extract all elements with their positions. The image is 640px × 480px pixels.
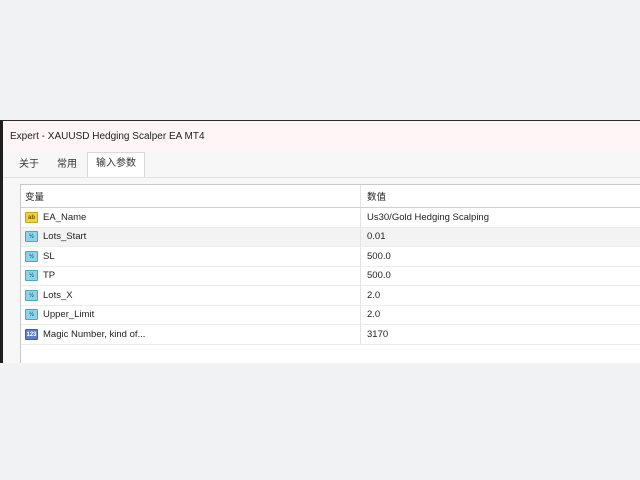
param-name: SL bbox=[43, 250, 55, 262]
table-row[interactable]: ½ Lots_Start 0.01 bbox=[21, 227, 640, 247]
dialog-titlebar[interactable]: Expert - XAUUSD Hedging Scalper EA MT4 bbox=[3, 121, 640, 151]
param-name: TP bbox=[43, 270, 56, 282]
param-name-cell: ½ Lots_Start bbox=[21, 227, 361, 246]
param-value-cell[interactable]: 2.0 bbox=[361, 290, 380, 301]
param-value-cell[interactable]: 3170 bbox=[361, 329, 388, 340]
inputs-table: 变量 数值 ab EA_Name Us30/Gold Hedging Scalp… bbox=[20, 184, 640, 363]
tab-inputs[interactable]: 输入参数 bbox=[87, 152, 145, 177]
table-header: 变量 数值 bbox=[21, 185, 640, 208]
double-param-icon: ½ bbox=[25, 270, 38, 282]
param-name: EA_Name bbox=[43, 211, 87, 223]
double-param-icon: ½ bbox=[25, 309, 38, 321]
tab-common[interactable]: 常用 bbox=[49, 155, 85, 177]
column-header-variable-label: 变量 bbox=[25, 192, 45, 203]
param-name-cell: ½ Upper_Limit bbox=[21, 305, 361, 324]
table-row[interactable]: ½ SL 500.0 bbox=[21, 247, 640, 267]
param-name-cell: ½ Lots_X bbox=[21, 286, 361, 305]
table-row[interactable]: ½ Lots_X 2.0 bbox=[21, 286, 640, 306]
param-name-cell: 123 Magic Number, kind of... bbox=[21, 325, 361, 344]
tab-content: 变量 数值 ab EA_Name Us30/Gold Hedging Scalp… bbox=[3, 178, 640, 363]
param-name-cell: ½ SL bbox=[21, 247, 361, 266]
expert-properties-dialog: Expert - XAUUSD Hedging Scalper EA MT4 关… bbox=[0, 120, 640, 363]
param-name: Lots_Start bbox=[43, 231, 87, 243]
table-row[interactable]: 123 Magic Number, kind of... 3170 bbox=[21, 325, 640, 345]
table-row[interactable]: ½ Upper_Limit 2.0 bbox=[21, 305, 640, 325]
string-param-icon: ab bbox=[25, 211, 38, 223]
double-param-icon: ½ bbox=[25, 289, 38, 301]
param-name-cell: ½ TP bbox=[21, 266, 361, 285]
table-row[interactable]: ½ TP 500.0 bbox=[21, 266, 640, 286]
table-row[interactable]: ab EA_Name Us30/Gold Hedging Scalping bbox=[21, 208, 640, 228]
column-header-value-label: 数值 bbox=[367, 192, 387, 203]
param-value-cell[interactable]: Us30/Gold Hedging Scalping bbox=[361, 212, 489, 223]
column-header-value[interactable]: 数值 bbox=[361, 189, 386, 203]
tab-bar: 关于 常用 输入参数 bbox=[3, 151, 640, 178]
param-value-cell[interactable]: 0.01 bbox=[361, 231, 386, 242]
param-value-cell[interactable]: 2.0 bbox=[361, 309, 380, 320]
param-value-cell[interactable]: 500.0 bbox=[361, 251, 391, 262]
param-name: Lots_X bbox=[43, 289, 73, 301]
dialog-title: Expert - XAUUSD Hedging Scalper EA MT4 bbox=[10, 130, 205, 142]
double-param-icon: ½ bbox=[25, 231, 38, 243]
param-name-cell: ab EA_Name bbox=[21, 208, 361, 227]
param-name: Upper_Limit bbox=[43, 309, 95, 321]
param-name: Magic Number, kind of... bbox=[43, 328, 146, 340]
int-param-icon: 123 bbox=[25, 328, 38, 340]
param-value-cell[interactable]: 500.0 bbox=[361, 270, 391, 281]
column-header-variable[interactable]: 变量 bbox=[21, 185, 361, 207]
double-param-icon: ½ bbox=[25, 250, 38, 262]
tab-about[interactable]: 关于 bbox=[11, 155, 47, 177]
